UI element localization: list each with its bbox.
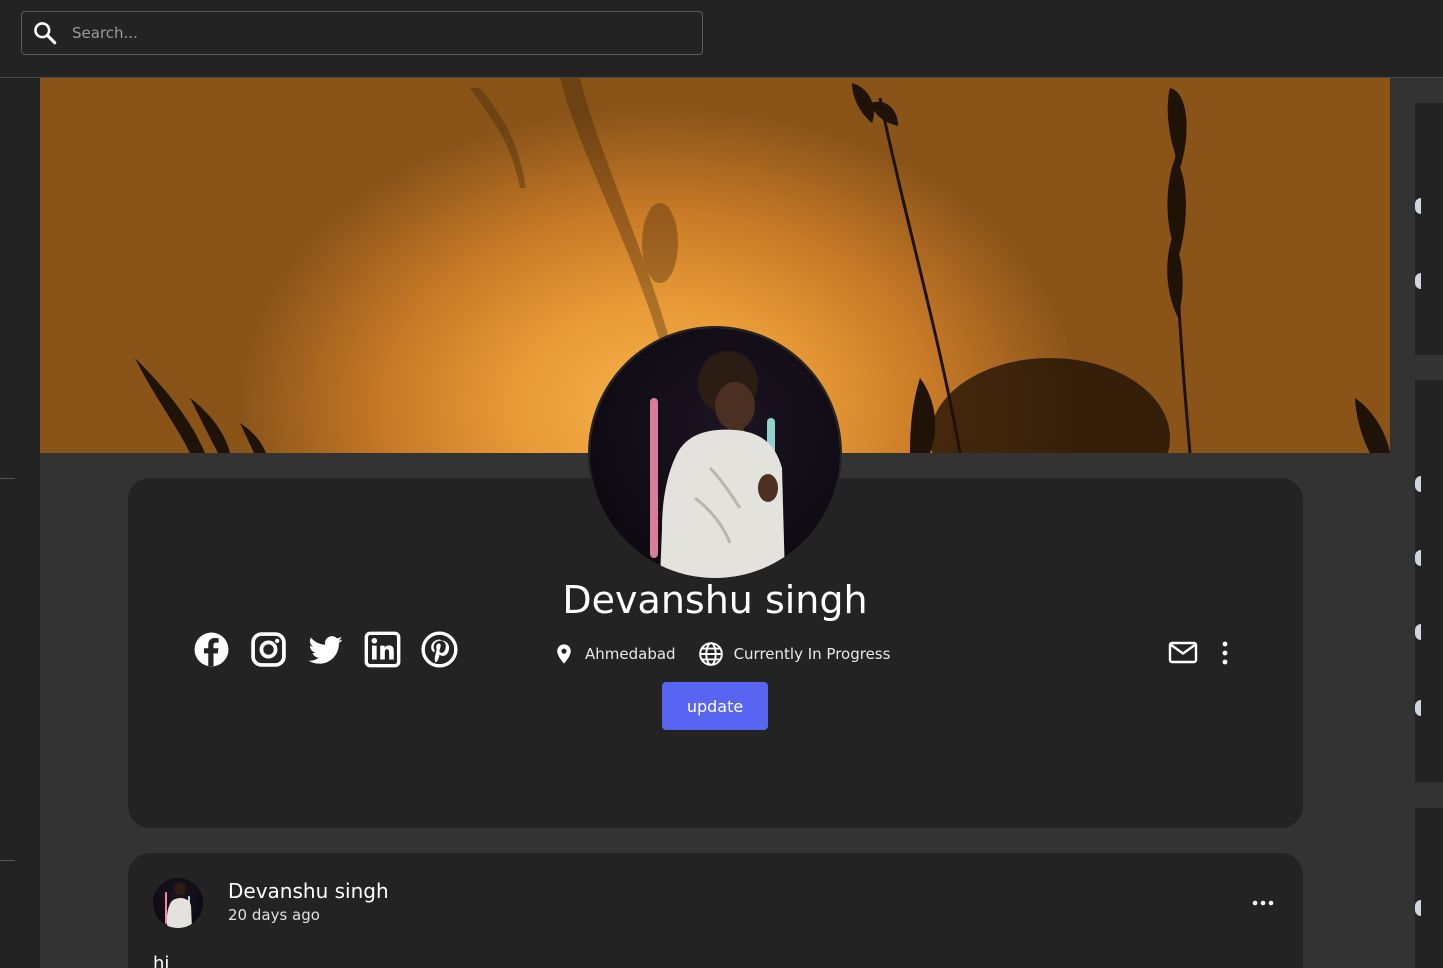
location-text: Ahmedabad (585, 645, 676, 663)
website-text: Currently In Progress (733, 645, 891, 663)
friend-avatar[interactable] (1415, 198, 1421, 214)
profile-name: Devanshu singh (562, 578, 868, 622)
friend-avatar[interactable] (1415, 900, 1421, 916)
friend-avatar[interactable] (1415, 476, 1421, 492)
mail-icon[interactable] (1168, 640, 1198, 666)
more-vertical-icon[interactable] (1216, 640, 1234, 666)
post-author-name[interactable]: Devanshu singh (228, 879, 389, 903)
social-links (193, 631, 458, 668)
pinterest-icon[interactable] (421, 631, 458, 668)
friend-avatar[interactable] (1415, 624, 1421, 640)
sidebar-divider (0, 860, 15, 861)
post-author-avatar[interactable] (153, 878, 203, 928)
top-bar (0, 0, 1443, 78)
friend-avatar[interactable] (1415, 550, 1421, 566)
location-item: Ahmedabad (553, 641, 676, 667)
linkedin-icon[interactable] (364, 631, 401, 668)
instagram-icon[interactable] (250, 631, 287, 668)
post-body: hi (153, 953, 170, 968)
facebook-icon[interactable] (193, 631, 230, 668)
friend-avatar[interactable] (1415, 700, 1421, 716)
profile-avatar[interactable] (590, 328, 840, 578)
search-icon (34, 22, 57, 45)
post-timestamp: 20 days ago (228, 906, 320, 924)
right-sidebar-card (1415, 103, 1443, 355)
website-item: Currently In Progress (698, 641, 891, 667)
friend-avatar[interactable] (1415, 273, 1421, 289)
globe-icon (698, 642, 723, 666)
right-sidebar (1390, 78, 1443, 968)
left-sidebar (0, 78, 40, 968)
twitter-icon[interactable] (307, 631, 344, 668)
right-sidebar-card (1415, 808, 1443, 968)
more-horizontal-icon[interactable] (1250, 894, 1276, 912)
sidebar-divider (0, 478, 15, 479)
search-box[interactable] (21, 11, 703, 55)
search-input[interactable] (58, 12, 702, 54)
location-pin-icon (557, 644, 571, 664)
update-button[interactable]: update (662, 682, 768, 730)
profile-meta: Ahmedabad Currently In Progress (553, 640, 890, 668)
